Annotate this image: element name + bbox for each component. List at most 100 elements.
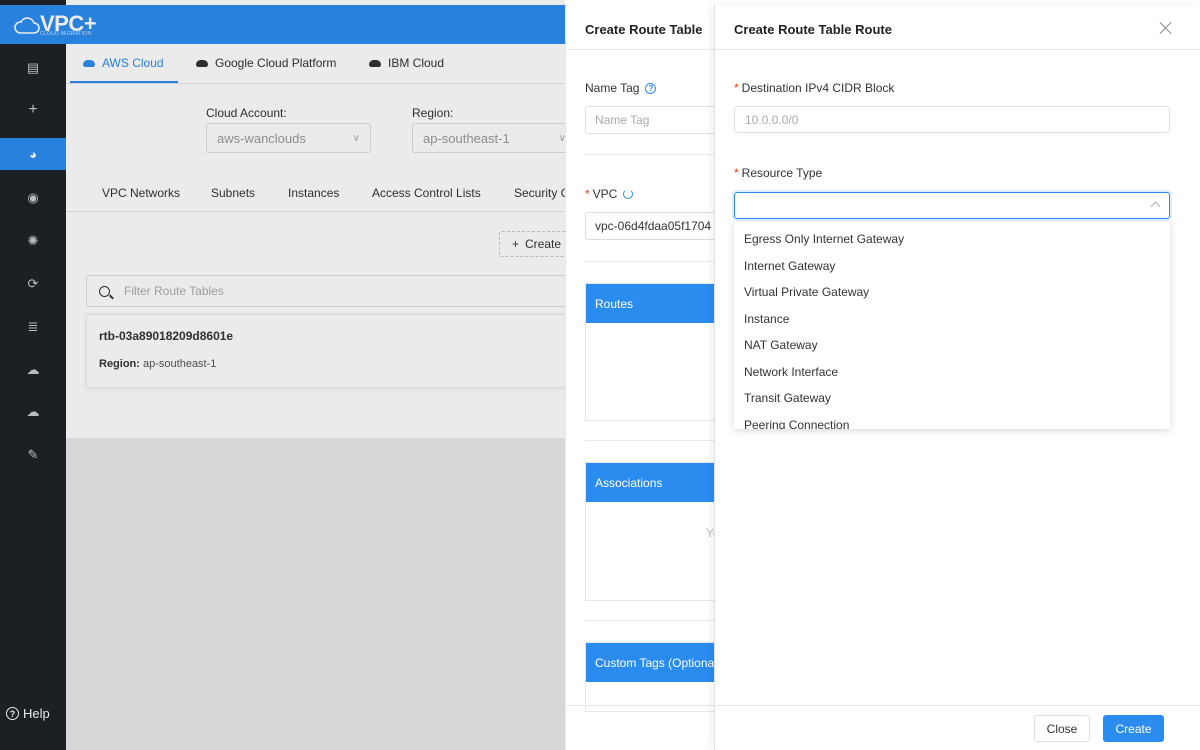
network-icon[interactable]: ✺ [0,225,66,257]
filter-route-tables-input[interactable]: Filter Route Tables [86,275,565,307]
associations-section: Associations [585,462,715,601]
tab-label: Google Cloud Platform [215,56,337,70]
chevron-down-icon: ∨ [352,132,360,144]
region-value: ap-southeast-1 [143,358,217,370]
tab-google-cloud[interactable]: Google Cloud Platform [196,56,336,70]
option-virtual-private-gateway[interactable]: Virtual Private Gateway [734,279,1170,306]
resource-type-label: * Resource Type [734,166,822,180]
tab-vpc-networks[interactable]: VPC Networks [102,186,180,200]
option-transit-gateway[interactable]: Transit Gateway [734,385,1170,412]
region-select[interactable]: ap-southeast-1 ∨ [412,123,565,153]
plus-icon: + [512,237,520,251]
plus-icon[interactable]: + [0,94,66,126]
wrench-icon[interactable]: ✎ [0,439,66,471]
filter-placeholder: Filter Route Tables [124,284,224,298]
required-marker: * [734,166,739,180]
drawer-title: Create Route Table Route [734,22,892,37]
option-network-interface[interactable]: Network Interface [734,359,1170,386]
top-header: VPC+ CLOUD MIGRATION [0,5,565,44]
cidr-placeholder: 10.0.0.0/0 [745,112,799,127]
close-button[interactable]: Close [1034,715,1090,742]
associations-header: Associations [586,463,715,502]
active-tab-indicator [70,81,178,83]
cloud-icon [369,59,381,67]
tab-subnets[interactable]: Subnets [211,186,255,200]
divider [585,261,715,262]
create-route-table-button[interactable]: + Create [499,231,565,257]
create-route-table-drawer: Create Route Table Name Tag ? Name Tag *… [565,5,715,750]
region-key: Region: [99,358,140,370]
refresh-icon[interactable] [623,189,634,199]
search-icon [99,285,110,297]
routes-section: Routes [585,283,715,421]
cloud-icon [196,59,208,67]
create-button[interactable]: Create [1103,715,1164,742]
option-instance[interactable]: Instance [734,306,1170,333]
server-icon[interactable]: ≣ [0,311,66,343]
help-button[interactable]: ? Help [6,706,50,721]
main-panel: AWS Cloud Google Cloud Platform IBM Clou… [66,44,565,438]
custom-tags-section: Custom Tags (Optional) [585,642,715,712]
tab-instances[interactable]: Instances [288,186,339,200]
routes-header: Routes [586,284,715,323]
tab-ibm-cloud[interactable]: IBM Cloud [369,56,444,70]
cloud-sync-icon[interactable]: ⟳ [0,268,66,300]
divider [715,49,1200,50]
route-table-region: Region: ap-southeast-1 [99,358,216,370]
required-marker: * [585,187,590,201]
name-tag-text: Name Tag [585,81,640,95]
close-icon[interactable] [1159,21,1173,35]
main-content: AWS Cloud Google Cloud Platform IBM Clou… [66,44,565,750]
option-peering-connection[interactable]: Peering Connection [734,412,1170,429]
vpc-select[interactable]: vpc-06d4fdaa05f1704 [585,212,715,240]
create-label: Create [525,237,562,251]
resource-type-label-text: Resource Type [741,166,823,180]
tab-aws-cloud[interactable]: AWS Cloud [83,56,164,70]
cloud-account-label: Cloud Account: [206,106,287,120]
chevron-up-icon [1150,201,1161,212]
cloud-account-value: aws-wanclouds [217,130,306,146]
option-nat-gateway[interactable]: NAT Gateway [734,332,1170,359]
resource-tabs: VPC Networks Subnets Instances Access Co… [66,176,565,212]
left-sidebar: ▤ + ◕ ◉ ✺ ⟳ ≣ ☁ ☁ ✎ ? Help [0,0,66,750]
cidr-input[interactable]: 10.0.0.0/0 [734,106,1170,133]
cloud-logo-icon [14,17,40,34]
region-value: ap-southeast-1 [423,130,510,146]
required-marker: * [734,81,739,95]
divider [566,49,715,50]
clipboard-icon[interactable]: ▤ [0,52,66,84]
divider [715,705,1200,706]
create-route-drawer: Create Route Table Route * Destination IP… [714,5,1200,750]
tab-label: AWS Cloud [102,56,164,70]
name-tag-input[interactable]: Name Tag [585,106,715,134]
cloud-tabs: AWS Cloud Google Cloud Platform IBM Clou… [66,44,565,84]
divider [585,620,715,621]
divider [566,705,715,706]
drawer-title: Create Route Table [585,22,703,37]
tab-access-control-lists[interactable]: Access Control Lists [372,186,481,200]
custom-tags-header: Custom Tags (Optional) [586,643,715,682]
resource-type-dropdown: Egress Only Internet Gateway Internet Ga… [734,222,1170,429]
cloud-account-select[interactable]: aws-wanclouds ∨ [206,123,371,153]
compass-icon[interactable]: ◉ [0,182,66,214]
name-tag-label: Name Tag ? [585,81,657,95]
route-table-card[interactable]: rtb-03a89018209d8601e Region: ap-southea… [86,314,565,388]
question-circle-icon[interactable]: ? [645,82,657,94]
cidr-label: * Destination IPv4 CIDR Block [734,81,894,95]
region-label: Region: [412,106,454,120]
vpc-text: VPC [592,187,618,201]
cloud-icon[interactable]: ☁ [0,396,66,428]
cloud-upload-icon[interactable]: ☁ [0,354,66,386]
name-tag-placeholder: Name Tag [595,113,650,127]
resource-type-select[interactable] [734,192,1170,219]
cidr-label-text: Destination IPv4 CIDR Block [741,81,895,95]
route-table-name: rtb-03a89018209d8601e [99,329,234,343]
question-circle-icon: ? [6,707,19,720]
tab-security-groups[interactable]: Security G [514,186,565,200]
help-label: Help [23,706,50,721]
vpc-label: * VPC [585,187,634,201]
dashboard-icon[interactable]: ◕ [0,138,66,170]
divider [585,154,715,155]
option-internet-gateway[interactable]: Internet Gateway [734,253,1170,280]
option-egress-only-internet-gateway[interactable]: Egress Only Internet Gateway [734,226,1170,253]
